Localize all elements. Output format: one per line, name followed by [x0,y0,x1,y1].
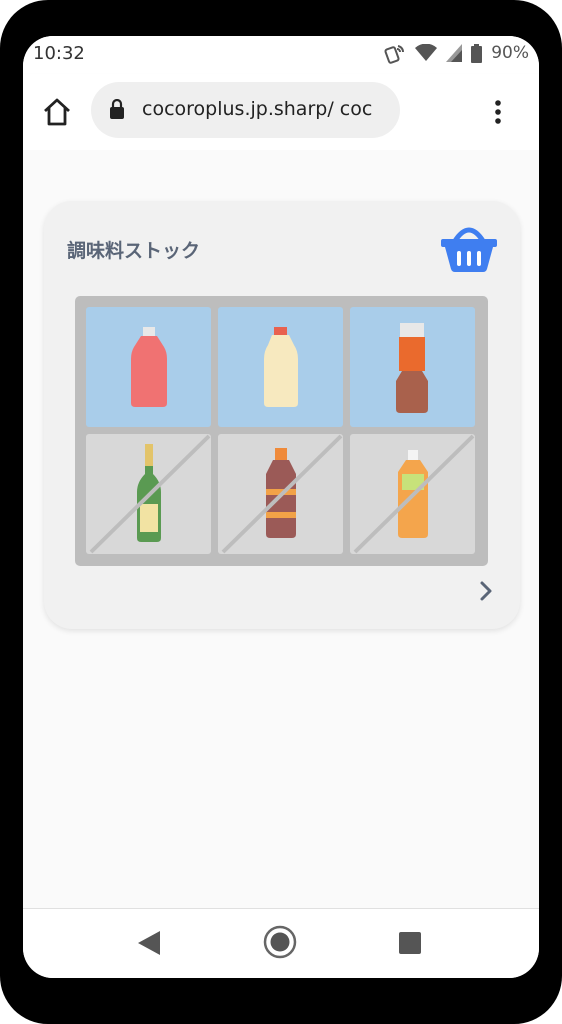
seasoning-stock-card[interactable]: 調味料ストック [44,201,520,629]
lock-icon [110,99,124,119]
sauce-bottle-icon [396,323,428,413]
status-bar: 10:32 90% [23,36,539,74]
chevron-right-icon[interactable] [476,579,496,603]
shelf-slot-ketchup[interactable] [86,307,211,427]
card-title: 調味料ストック [67,240,201,262]
browser-toolbar: cocoroplus.jp.sharp/ coc [23,74,539,150]
wine-bottle-icon [89,434,211,554]
battery-icon [471,43,483,63]
nfc-icon [384,45,405,64]
more-menu-icon[interactable] [487,96,509,128]
home-icon[interactable] [41,96,73,128]
phone-frame: 10:32 90% cocoroplus.jp.sharp/ coc 調味料スト… [0,0,562,1024]
status-icons: 90% [384,42,529,64]
ketchup-bottle-icon [131,327,167,407]
shelf-slot-mayonnaise[interactable] [218,307,343,427]
wifi-icon [415,44,438,61]
home-circle-icon[interactable] [263,925,297,959]
system-nav-bar [23,908,539,978]
drink-bottle-icon [353,434,475,554]
shelf-slot-drink-empty[interactable] [350,434,475,554]
page-content: 調味料ストック [23,150,539,908]
shelf-slot-soy-sauce-empty[interactable] [218,434,343,554]
soy-sauce-bottle-icon [221,434,343,554]
recent-apps-icon[interactable] [399,932,421,954]
mayonnaise-bottle-icon [264,327,298,407]
status-time: 10:32 [33,43,85,64]
stock-shelf [75,296,488,566]
shelf-slot-wine-empty[interactable] [86,434,211,554]
battery-level: 90% [491,43,529,63]
back-icon[interactable] [138,931,160,955]
url-text: cocoroplus.jp.sharp/ coc [142,98,373,120]
signal-icon [446,44,463,62]
shelf-slot-sauce[interactable] [350,307,475,427]
url-bar[interactable]: cocoroplus.jp.sharp/ coc [91,82,400,138]
screen: 10:32 90% cocoroplus.jp.sharp/ coc 調味料スト… [23,36,539,978]
shopping-basket-icon[interactable] [440,223,498,273]
